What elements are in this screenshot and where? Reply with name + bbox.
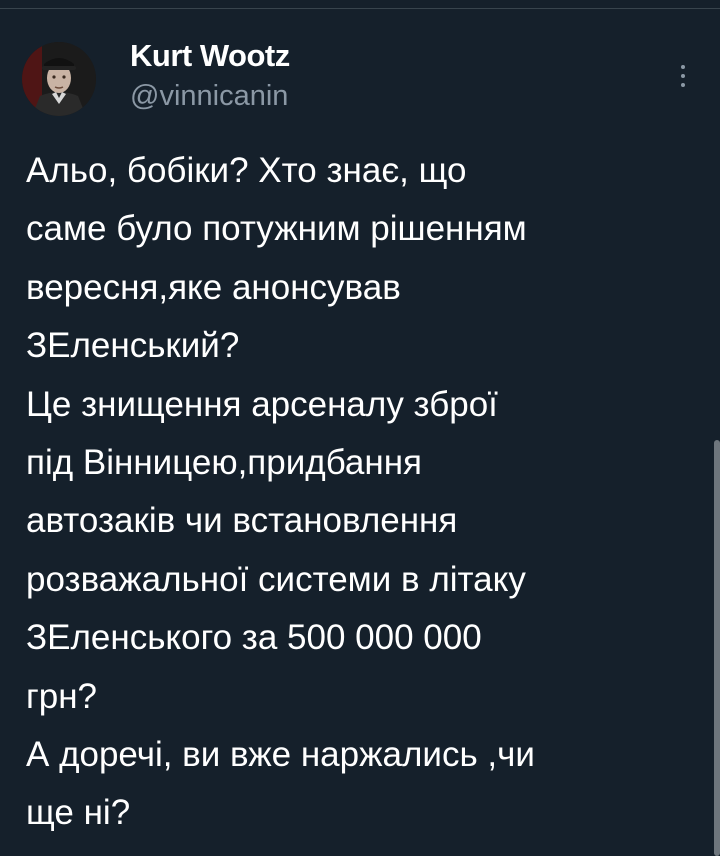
tweet-text-line: Це знищення арсеналу зброї bbox=[26, 384, 498, 424]
tweet-text-line: вересня,яке анонсував bbox=[26, 267, 401, 307]
author-handle[interactable]: @vinnicanin bbox=[130, 79, 288, 113]
user-avatar-portrait-icon bbox=[22, 42, 96, 116]
tweet-text-line: грн? bbox=[26, 676, 98, 716]
tweet-text-line: розважальної системи в літаку bbox=[26, 559, 526, 599]
tweet-header: Kurt Wootz @vinnicanin bbox=[22, 34, 698, 124]
tweet-text-line: ЗЕленський? bbox=[26, 326, 240, 366]
tweet-text: Альо, бобіки? Хто знає, що саме було пот… bbox=[26, 142, 696, 843]
author-display-name[interactable]: Kurt Wootz bbox=[130, 38, 290, 74]
more-vertical-icon bbox=[681, 65, 685, 69]
tweet-text-line: саме було потужним рішенням bbox=[26, 209, 527, 249]
tweet-text-line: ще ні? bbox=[26, 793, 131, 833]
tweet-text-line: автозаків чи встановлення bbox=[26, 501, 458, 541]
more-options-button[interactable] bbox=[668, 56, 698, 96]
more-vertical-icon bbox=[681, 83, 685, 87]
top-divider bbox=[0, 8, 720, 9]
scrollbar-thumb[interactable] bbox=[714, 440, 720, 856]
author-avatar[interactable] bbox=[22, 42, 96, 116]
tweet-text-line: Альо, бобіки? Хто знає, що bbox=[26, 151, 467, 190]
more-vertical-icon bbox=[681, 74, 685, 78]
tweet-text-line: А доречі, ви вже наржались ,чи bbox=[26, 735, 535, 775]
tweet-text-line: ЗЕленського за 500 000 000 bbox=[26, 618, 482, 658]
tweet-text-line: під Вінницею,придбання bbox=[26, 443, 423, 483]
